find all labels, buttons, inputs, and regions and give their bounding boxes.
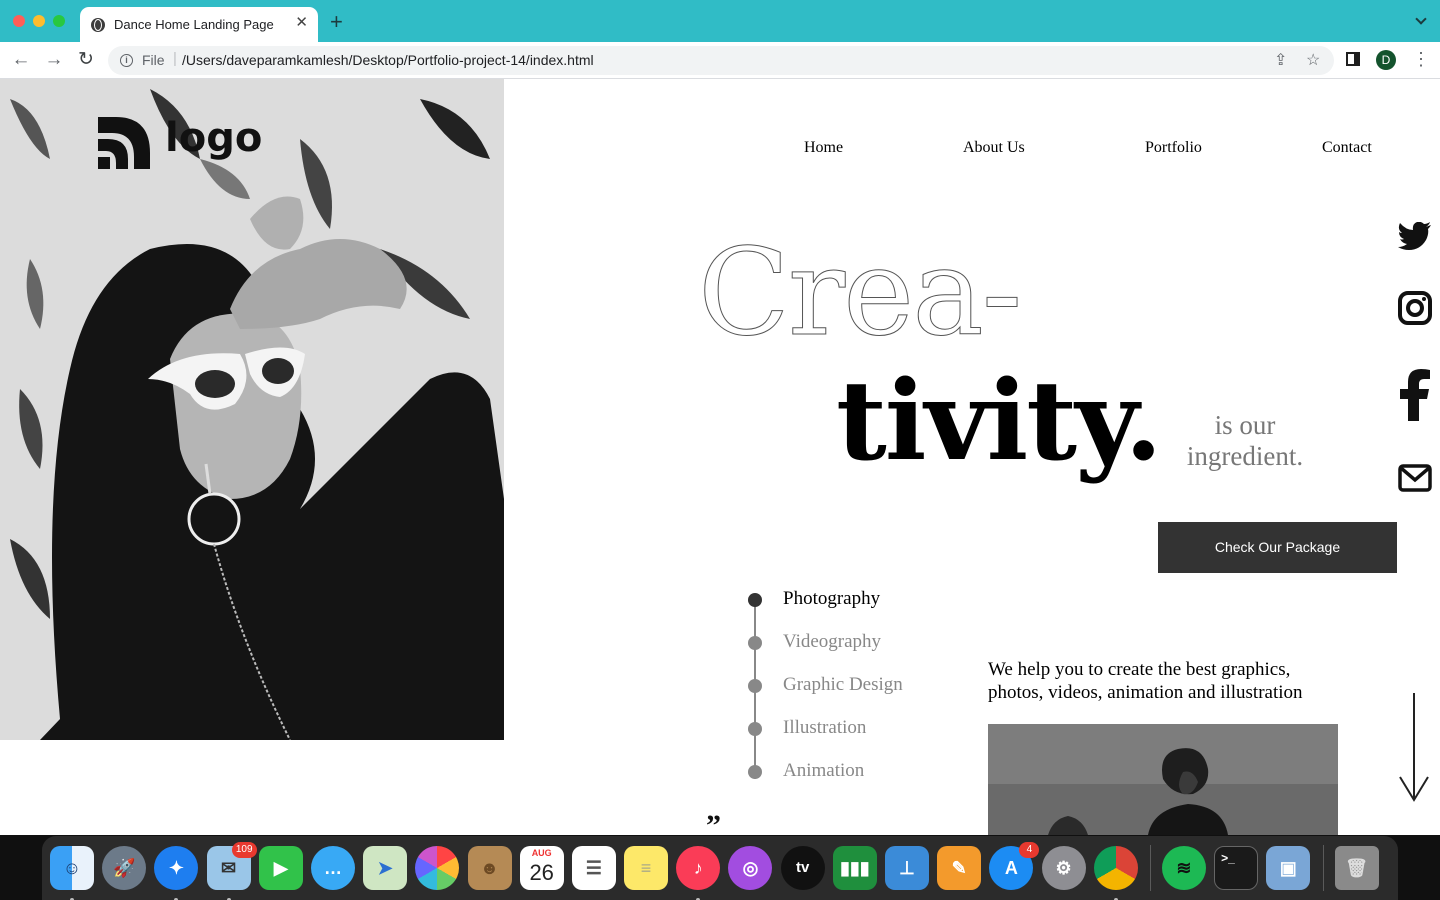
- timeline-dot: [748, 636, 762, 650]
- side-panel-icon[interactable]: [1346, 52, 1360, 66]
- url-separator: |: [173, 50, 177, 67]
- url-scheme: File: [142, 52, 165, 68]
- hero-photo-illustration: [0, 79, 504, 740]
- dock-maps-icon[interactable]: ➤: [363, 846, 408, 890]
- zoom-window-button[interactable]: [53, 15, 65, 27]
- tv-label: tv: [795, 859, 810, 876]
- bookmark-star-icon[interactable]: ☆: [1306, 50, 1320, 70]
- timeline-dot: [748, 765, 762, 779]
- service-label: Graphic Design: [783, 674, 903, 695]
- services-list: Photography Videography Graphic Design I…: [745, 584, 945, 784]
- dock-tv-icon[interactable]: tv: [780, 846, 825, 890]
- profile-avatar[interactable]: D: [1376, 50, 1396, 70]
- dock-facetime-icon[interactable]: ▶: [258, 846, 303, 890]
- site-info-icon[interactable]: i: [120, 54, 133, 67]
- service-label: Animation: [783, 760, 865, 781]
- dock-launchpad-icon[interactable]: 🚀: [102, 846, 147, 890]
- timeline-dot: [748, 593, 762, 607]
- twitter-icon[interactable]: [1398, 222, 1432, 250]
- back-arrow-icon[interactable]: ←: [10, 49, 32, 71]
- page-viewport: logo Home About Us Portfolio Contact Cre…: [0, 79, 1440, 835]
- dock-photos-icon[interactable]: [415, 846, 460, 890]
- dock-finder-icon[interactable]: ☺: [50, 846, 94, 900]
- dock-notes-icon[interactable]: ≡: [624, 846, 669, 890]
- dock-music-icon[interactable]: ♪: [676, 846, 721, 900]
- url-text[interactable]: /Users/daveparamkamlesh/Desktop/Portfoli…: [182, 52, 594, 68]
- nav-portfolio[interactable]: Portfolio: [1145, 139, 1202, 157]
- timeline-dot: [748, 722, 762, 736]
- dock-pages-icon[interactable]: ✎: [937, 846, 982, 890]
- address-bar[interactable]: i File | /Users/daveparamkamlesh/Desktop…: [108, 46, 1334, 75]
- scroll-down-arrow-icon[interactable]: [1398, 691, 1430, 803]
- mail-icon[interactable]: [1398, 464, 1432, 492]
- share-icon[interactable]: ⇪: [1274, 50, 1287, 70]
- tagline: is our ingredient.: [1186, 410, 1304, 471]
- forward-arrow-icon[interactable]: →: [43, 49, 65, 71]
- nav-about-us[interactable]: About Us: [963, 139, 1025, 157]
- reload-icon[interactable]: ↻: [75, 49, 97, 71]
- service-label: Photography: [783, 588, 881, 609]
- tab-title: Dance Home Landing Page: [114, 17, 274, 32]
- dock-separator: [1149, 845, 1151, 891]
- dock-safari-icon[interactable]: ✦: [154, 846, 199, 900]
- dock-messages-icon[interactable]: …: [310, 846, 355, 890]
- dancer-preview-image: [988, 724, 1338, 835]
- headline-outline: Crea-: [697, 224, 1022, 363]
- dock-reminders-icon[interactable]: ☰: [571, 846, 616, 890]
- dock-spotify-icon[interactable]: ≋: [1161, 846, 1206, 890]
- browser-tab-active[interactable]: Dance Home Landing Page ✕: [80, 7, 318, 42]
- check-package-button[interactable]: Check Our Package: [1158, 522, 1397, 573]
- minimize-window-button[interactable]: [33, 15, 45, 27]
- menu-kebab-icon[interactable]: ⋮: [1412, 48, 1430, 70]
- terminal-prompt: >_: [1221, 851, 1235, 865]
- facebook-icon[interactable]: [1398, 369, 1432, 421]
- instagram-icon[interactable]: [1398, 291, 1432, 325]
- dock-preview-icon[interactable]: ▣: [1266, 846, 1311, 890]
- dock-keynote-icon[interactable]: ⊥: [885, 846, 929, 890]
- appstore-badge: 4: [1019, 842, 1040, 858]
- mail-badge: 109: [231, 842, 257, 858]
- dock-calendar-icon[interactable]: AUG 26: [519, 846, 564, 890]
- timeline-dot: [748, 679, 762, 693]
- macos-dock: ☺ 🚀 ✦ ✉ 109 ▶ … ➤ ☻ AUG 26 ☰ ≡ ♪ ◎ tv ▮▮▮…: [42, 836, 1398, 900]
- new-tab-button[interactable]: +: [330, 11, 343, 33]
- dock-chrome-icon[interactable]: [1093, 846, 1138, 900]
- service-label: Videography: [783, 631, 882, 652]
- browser-toolbar: ← → ↻ i File | /Users/daveparamkamlesh/D…: [0, 42, 1440, 79]
- service-label: Illustration: [783, 717, 867, 738]
- nav-home[interactable]: Home: [804, 139, 843, 157]
- hero-photo: [0, 79, 504, 740]
- quote-icon: ”: [706, 809, 721, 836]
- logo-icon[interactable]: [98, 117, 152, 171]
- dock-mail-icon[interactable]: ✉ 109: [206, 842, 257, 900]
- dock-podcasts-icon[interactable]: ◎: [728, 846, 773, 890]
- headline-solid: tivity.: [836, 356, 1163, 485]
- globe-icon: [91, 18, 105, 32]
- dancer-photo: [988, 724, 1338, 835]
- services-blurb: We help you to create the best graphics,…: [988, 659, 1303, 703]
- dock-appstore-icon[interactable]: A4: [989, 842, 1040, 890]
- dock-system-preferences-icon[interactable]: ⚙: [1041, 846, 1086, 890]
- dock-contacts-icon[interactable]: ☻: [467, 846, 512, 890]
- tab-search-chevron-icon[interactable]: [1415, 13, 1427, 25]
- calendar-day: 26: [529, 860, 554, 885]
- dock-numbers-icon[interactable]: ▮▮▮: [832, 846, 877, 890]
- browser-tab-bar: Dance Home Landing Page ✕ +: [0, 0, 1440, 42]
- close-tab-icon[interactable]: ✕: [295, 15, 308, 31]
- close-window-button[interactable]: [13, 15, 25, 27]
- logo-text[interactable]: logo: [165, 115, 262, 161]
- nav-contact[interactable]: Contact: [1322, 139, 1372, 157]
- dock-separator: [1322, 845, 1324, 891]
- dock-trash-icon[interactable]: 🗑: [1334, 846, 1379, 890]
- dock-terminal-icon[interactable]: >_: [1214, 846, 1259, 890]
